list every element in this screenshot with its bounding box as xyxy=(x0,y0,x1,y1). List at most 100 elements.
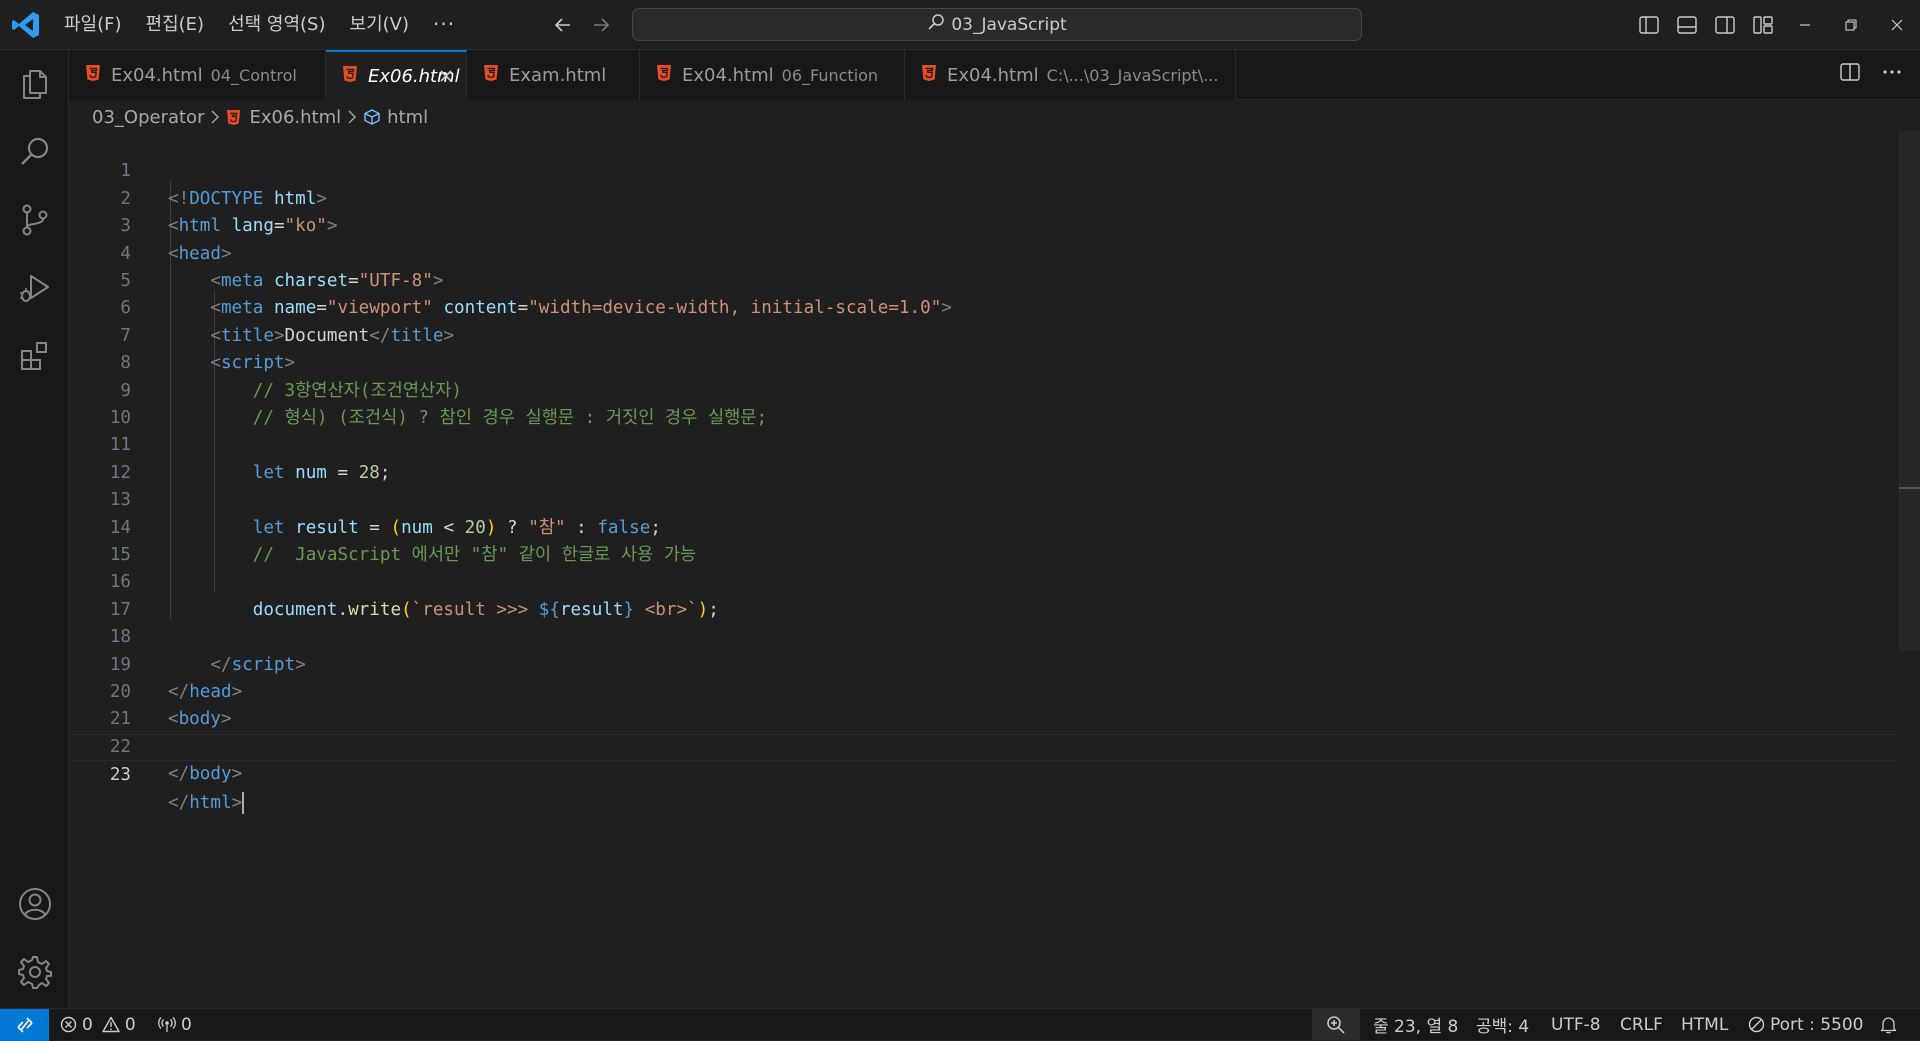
tab-ex06-active[interactable]: Ex06.html xyxy=(326,50,467,100)
scrollbar-cursor-marker xyxy=(1899,487,1920,489)
tab-description: C:\...\03_JavaScript\... xyxy=(1046,65,1219,85)
tab-description: 04_Control xyxy=(210,65,297,85)
code-line: 11 let num = 28; xyxy=(69,405,1899,482)
code-editor[interactable]: 1 <!DOCTYPE html> 2 <html lang="ko"> 3 <… xyxy=(69,131,1899,1001)
activity-bar xyxy=(0,50,69,1008)
tab-file-name: Ex04.html xyxy=(682,64,774,86)
tab-exam[interactable]: Exam.html xyxy=(467,50,640,100)
tab-file-name: Ex04.html xyxy=(111,64,203,86)
code-line: 12 xyxy=(69,432,1899,483)
customize-layout-icon[interactable] xyxy=(1750,12,1776,38)
indentation[interactable]: 공백: 4 xyxy=(1476,1009,1529,1040)
error-icon xyxy=(60,1016,77,1033)
forward-arrow-icon[interactable] xyxy=(586,10,616,40)
warning-icon xyxy=(102,1016,120,1033)
breadcrumb: 03_Operator Ex06.html html xyxy=(92,104,428,130)
source-control-icon[interactable] xyxy=(0,186,69,254)
cursor-position[interactable]: 줄 23, 열 8 xyxy=(1373,1009,1458,1040)
encoding[interactable]: UTF-8 xyxy=(1551,1009,1601,1040)
code-line: 17 xyxy=(69,569,1899,620)
menu-view[interactable]: 보기(V) xyxy=(338,0,421,50)
menu-bar: 파일(F) 편집(E) 선택 영역(S) 보기(V) ··· xyxy=(52,0,467,50)
broadcast-icon xyxy=(158,1016,176,1033)
editor-actions xyxy=(1840,62,1902,87)
html5-file-icon xyxy=(342,65,358,88)
ports-indicator[interactable]: 0 xyxy=(158,1009,192,1040)
code-line: 19 </head> xyxy=(69,624,1899,702)
command-center-label: 03_JavaScript xyxy=(951,14,1067,35)
code-line-current: 23 </html> xyxy=(69,733,1899,814)
html5-file-icon xyxy=(483,64,499,87)
extensions-icon[interactable] xyxy=(0,322,69,390)
chevron-right-icon xyxy=(210,110,220,124)
breadcrumb-folder[interactable]: 03_Operator xyxy=(92,107,204,128)
problems-indicator[interactable]: 0 0 xyxy=(60,1009,136,1040)
error-count: 0 xyxy=(82,1014,93,1035)
code-line: 14 // JavaScript 에서만 "참" 같이 한글로 사용 가능 xyxy=(69,487,1899,565)
tab-close-icon[interactable] xyxy=(436,66,456,86)
remote-icon[interactable] xyxy=(0,1009,49,1041)
code-line: 3 <head> xyxy=(69,186,1899,263)
ports-count: 0 xyxy=(181,1014,192,1035)
tab-file-name: Ex04.html xyxy=(947,64,1039,86)
breadcrumb-file[interactable]: Ex06.html xyxy=(249,107,341,128)
code-line: 7 <script> xyxy=(69,295,1899,373)
code-line: 20 <body> xyxy=(69,652,1899,729)
split-editor-icon[interactable] xyxy=(1840,62,1860,87)
code-line: 21 xyxy=(69,679,1899,729)
end-of-line[interactable]: CRLF xyxy=(1620,1009,1663,1040)
code-line: 2 <html lang="ko"> xyxy=(69,158,1899,236)
tab-description: 06_Function xyxy=(781,65,879,85)
close-icon[interactable] xyxy=(1874,0,1920,50)
tab-ex04-javascript[interactable]: Ex04.html C:\...\03_JavaScript\... xyxy=(905,50,1236,100)
chevron-right-icon xyxy=(347,110,357,124)
toggle-primary-sidebar-icon[interactable] xyxy=(1636,12,1662,38)
accounts-icon[interactable] xyxy=(0,870,69,938)
code-line: 13 let result = (num < 20) ? "참" : false… xyxy=(69,460,1899,537)
tab-ex04-control[interactable]: Ex04.html 04_Control xyxy=(69,50,326,100)
code-line: 10 xyxy=(69,378,1899,428)
menu-edit[interactable]: 편집(E) xyxy=(134,0,217,50)
code-line: 4 <meta charset="UTF-8"> xyxy=(69,213,1899,291)
code-line: 9 // 형식) (조건식) ? 참인 경우 실행문 : 거짓인 경우 실행문; xyxy=(69,350,1899,428)
live-server-port[interactable]: Port : 5500 xyxy=(1748,1009,1864,1040)
minimize-icon[interactable] xyxy=(1782,0,1828,50)
tab-file-name: Exam.html xyxy=(509,64,607,86)
command-center-search[interactable]: 03_JavaScript xyxy=(632,8,1362,41)
bell-icon[interactable] xyxy=(1880,1009,1897,1040)
manage-gear-icon[interactable] xyxy=(0,938,69,1006)
status-bar: 0 0 0 줄 23, 열 8 공백: 4 UTF-8 CRLF HTML Po… xyxy=(0,1008,1920,1041)
code-line: 6 <title>Document</title> xyxy=(69,268,1899,345)
symbol-field-icon xyxy=(363,108,381,126)
code-line: 5 <meta name="viewport" content="width=d… xyxy=(69,241,1899,318)
menu-file[interactable]: 파일(F) xyxy=(52,0,134,50)
language-mode[interactable]: HTML xyxy=(1681,1009,1728,1040)
port-icon xyxy=(1748,1016,1765,1033)
run-debug-icon[interactable] xyxy=(0,254,69,322)
editor-tab-bar: Ex04.html 04_Control Ex06.html Exam.html… xyxy=(69,50,1920,100)
vscode-logo-icon xyxy=(10,10,42,40)
search-view-icon[interactable] xyxy=(0,118,69,186)
html5-file-icon xyxy=(656,64,672,87)
editor-scrollbar[interactable] xyxy=(1899,131,1920,651)
warning-count: 0 xyxy=(124,1014,136,1035)
layout-controls xyxy=(1636,12,1776,38)
menu-selection[interactable]: 선택 영역(S) xyxy=(216,0,337,50)
menu-more-button[interactable]: ··· xyxy=(421,0,467,50)
tab-ex04-function[interactable]: Ex04.html 06_Function xyxy=(640,50,905,100)
code-line: 1 <!DOCTYPE html> xyxy=(69,131,1899,208)
back-arrow-icon[interactable] xyxy=(548,10,578,40)
more-actions-icon[interactable] xyxy=(1882,62,1902,87)
toggle-secondary-sidebar-icon[interactable] xyxy=(1712,12,1738,38)
html5-file-icon xyxy=(85,64,101,87)
breadcrumb-symbol[interactable]: html xyxy=(387,107,428,128)
text-cursor xyxy=(242,791,245,814)
restore-icon[interactable] xyxy=(1828,0,1874,50)
zoom-icon[interactable] xyxy=(1312,1009,1360,1040)
html5-file-icon xyxy=(921,64,937,87)
code-line: 18 </script> xyxy=(69,597,1899,674)
code-line: 8 // 3항연산자(조건연산자) xyxy=(69,323,1899,400)
toggle-panel-icon[interactable] xyxy=(1674,12,1700,38)
html5-file-icon xyxy=(226,109,241,126)
explorer-icon[interactable] xyxy=(0,50,69,118)
